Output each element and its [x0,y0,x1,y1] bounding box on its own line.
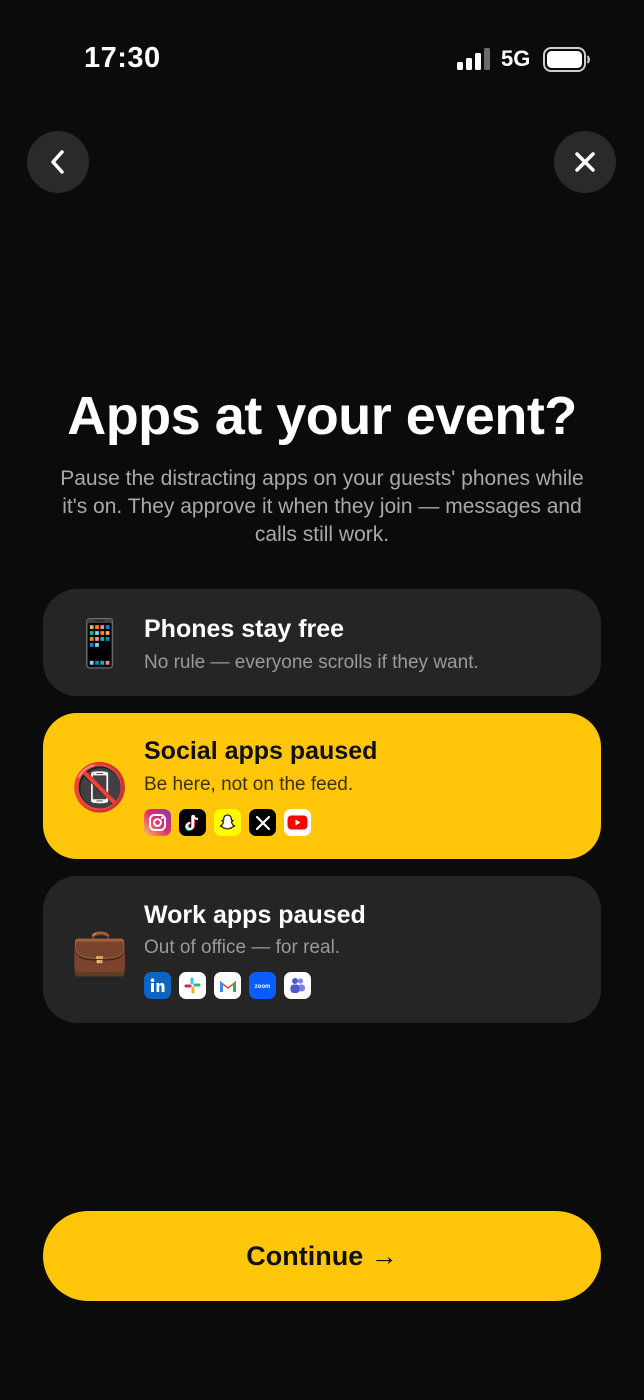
briefcase-icon: 💼 [71,925,129,977]
network-label: 5G [501,46,531,71]
close-icon [575,152,595,172]
continue-button[interactable]: Continue → [43,1211,601,1301]
close-button[interactable] [554,131,616,193]
tiktok-icon [179,809,206,836]
status-time: 17:30 [84,42,161,74]
svg-text:zoom: zoom [255,984,271,990]
option-description: Be here, not on the feed. [144,774,354,795]
linkedin-icon [144,972,171,999]
instagram-icon [144,809,171,836]
chevron-left-icon [51,150,64,174]
option-work-paused[interactable]: 💼 Work apps paused Out of office — for r… [43,876,601,1023]
mobile-phone-icon: 📱 [71,617,129,669]
social-app-icons [144,809,311,836]
option-title: Work apps paused [144,901,366,929]
work-app-icons: zoom [144,972,311,999]
signal-icon [457,48,490,70]
teams-icon [284,972,311,999]
x-icon [249,809,276,836]
page-subtitle: Pause the distracting apps on your guest… [60,467,584,546]
gmail-icon [214,972,241,999]
option-title: Phones stay free [144,615,345,643]
youtube-icon [284,809,311,836]
option-description: No rule — everyone scrolls if they want. [144,652,479,673]
option-social-paused[interactable]: 📵 Social apps paused Be here, not on the… [43,713,601,859]
option-title: Social apps paused [144,737,378,765]
snapchat-icon [214,809,241,836]
option-phones-free[interactable]: 📱 Phones stay free No rule — everyone sc… [43,589,601,696]
no-phones-icon: 📵 [71,761,129,813]
option-description: Out of office — for real. [144,937,341,958]
back-button[interactable] [27,131,89,193]
zoom-icon: zoom [249,972,276,999]
status-bar: 17:30 5G [0,0,644,110]
page-title: Apps at your event? [67,386,577,446]
battery-icon [543,47,590,72]
slack-icon [179,972,206,999]
